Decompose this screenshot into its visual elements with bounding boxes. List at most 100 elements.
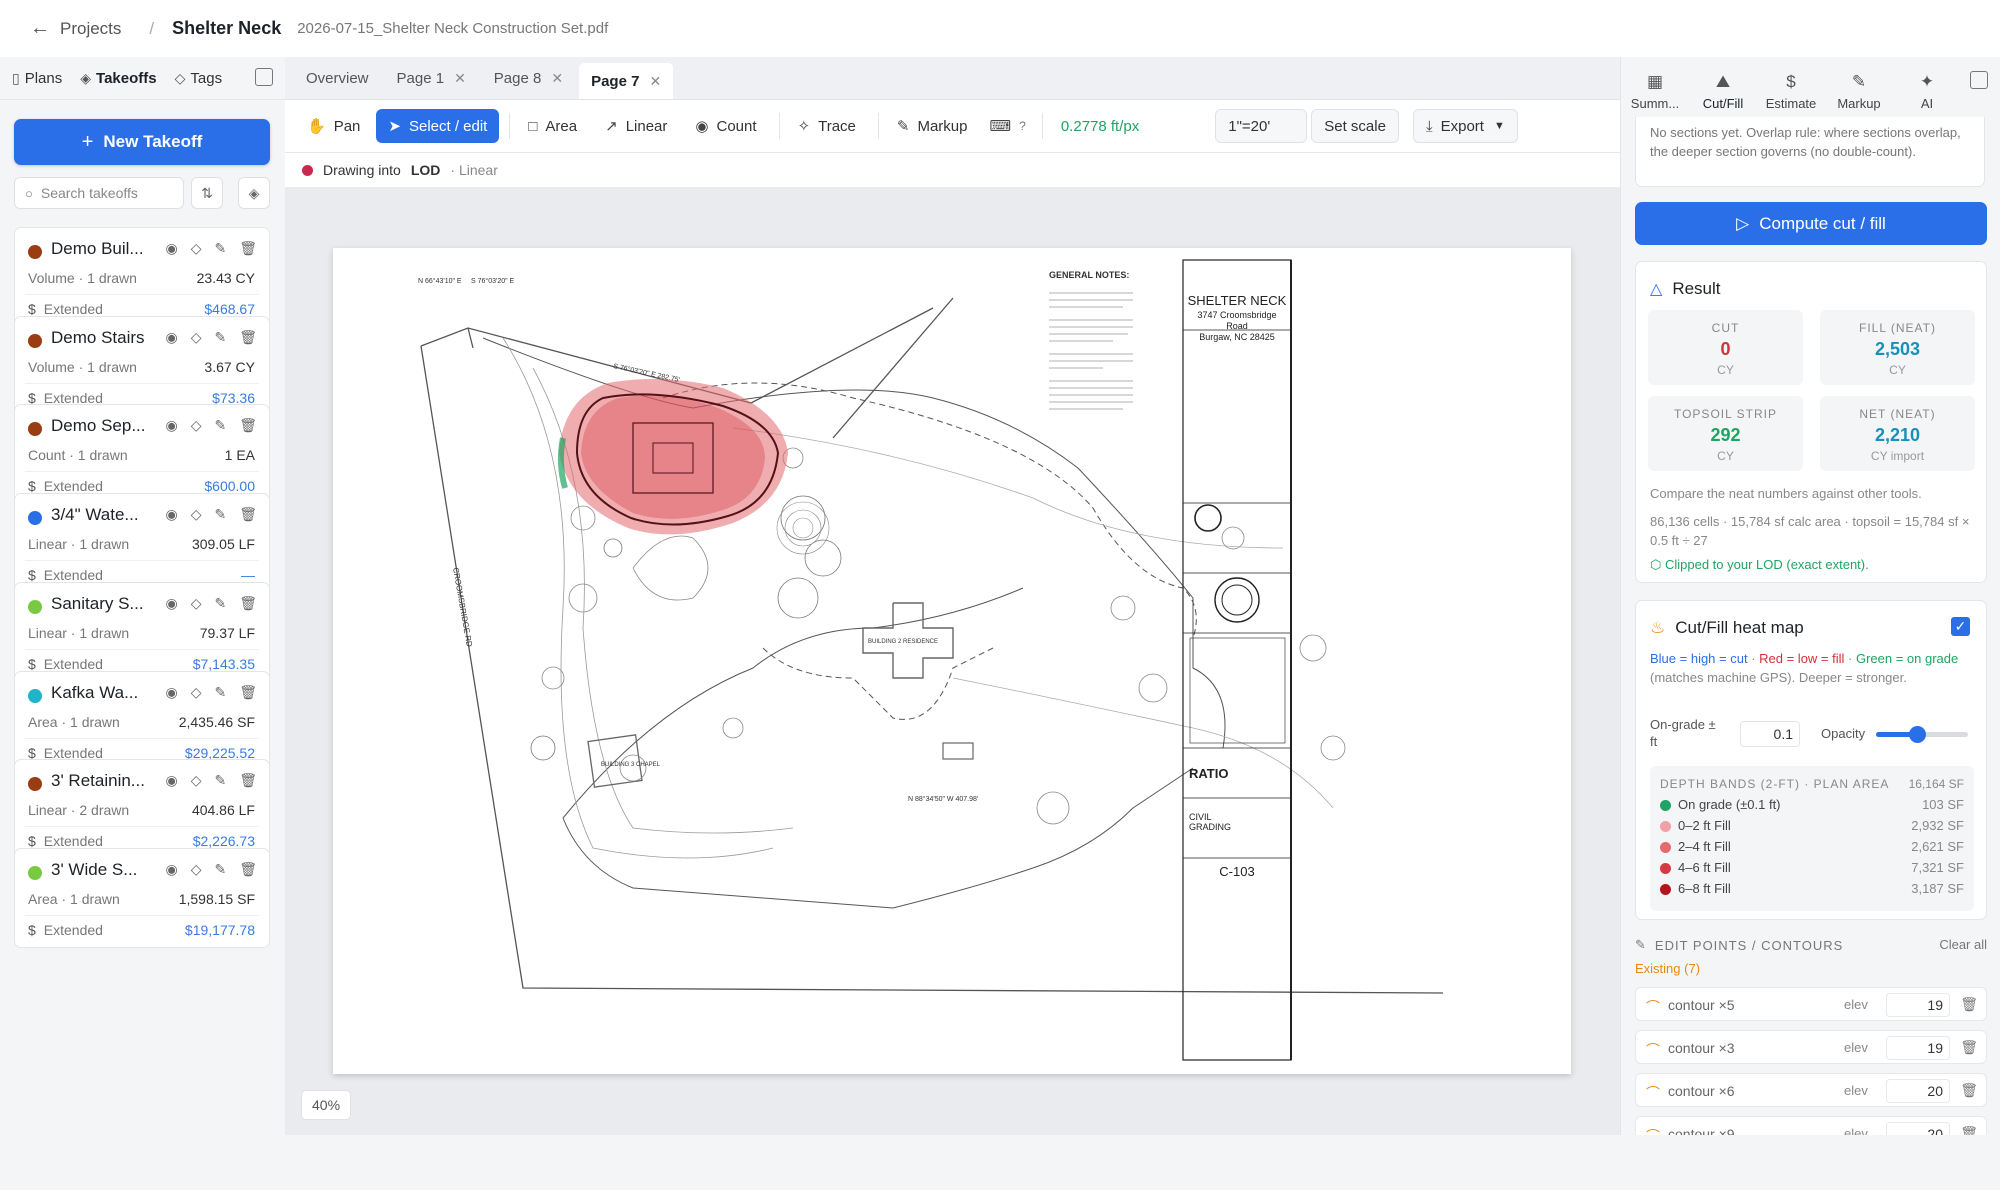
back-arrow-icon[interactable]: ← <box>30 17 50 40</box>
trash-icon[interactable]: 🗑 <box>1960 1039 1978 1056</box>
set-scale-button[interactable]: Set scale <box>1311 109 1399 143</box>
opacity-label: Opacity <box>1821 726 1866 741</box>
nav-takeoffs[interactable]: ◈ Takeoffs <box>80 70 156 87</box>
edit-icon[interactable]: ✎ <box>214 329 226 346</box>
eye-icon[interactable]: ◉ <box>165 772 177 789</box>
nav-plans[interactable]: ▯ Plans <box>12 70 62 87</box>
sort-button[interactable]: ⇅ <box>191 177 223 209</box>
takeoff-card[interactable]: 3/4" Wate... ◉ ◇ ✎ 🗑 Linear · 1 drawn 309.05 L… <box>14 493 270 594</box>
opacity-slider[interactable] <box>1876 726 1968 743</box>
close-icon[interactable]: ✕ <box>454 70 466 87</box>
trash-icon[interactable]: 🗑 <box>1960 996 1978 1013</box>
page-tab[interactable]: Overview <box>294 62 381 94</box>
takeoff-card[interactable]: Demo Buil... ◉ ◇ ✎ 🗑 Volume · 1 drawn 23.43 CY… <box>14 227 270 327</box>
plan-sheet[interactable]: N 66°43'10" E S 76°03'20" E S 76°03'20" … <box>333 248 1571 1074</box>
trash-icon[interactable]: 🗑 <box>1960 1125 1978 1135</box>
close-icon[interactable]: ✕ <box>551 70 563 87</box>
eye-icon[interactable]: ◉ <box>165 595 177 612</box>
zoom-level[interactable]: 40% <box>301 1090 352 1120</box>
collapse-panel-icon[interactable] <box>1970 71 1988 89</box>
tag-icon[interactable]: ◇ <box>191 684 202 701</box>
tag-icon[interactable]: ◇ <box>191 240 202 257</box>
panel-tab-markup[interactable]: ✎ Markup <box>1825 72 1893 111</box>
takeoff-card[interactable]: Demo Stairs ◉ ◇ ✎ 🗑 Volume · 1 drawn 3.67 CY $ E… <box>14 315 270 416</box>
eye-icon[interactable]: ◉ <box>165 684 177 701</box>
takeoff-card[interactable]: Demo Sep... ◉ ◇ ✎ 🗑 Count · 1 drawn 1 EA $ Exten… <box>14 404 270 505</box>
markup-tool[interactable]: ✎ Markup <box>885 109 980 143</box>
close-icon[interactable]: ✕ <box>649 73 661 90</box>
trash-icon[interactable]: 🗑 <box>239 595 257 612</box>
tag-icon[interactable]: ◇ <box>191 595 202 612</box>
select-tool[interactable]: ➤ Select / edit <box>376 109 500 143</box>
pen-icon: ✎ <box>896 118 910 135</box>
search-input[interactable]: ○ Search takeoffs <box>14 177 184 209</box>
pan-tool[interactable]: ✋ Pan <box>295 109 372 143</box>
trace-tool[interactable]: ✧ Trace <box>786 109 868 143</box>
tag-icon[interactable]: ◇ <box>191 417 202 434</box>
takeoff-name: Demo Stairs <box>51 327 145 347</box>
contour-row[interactable]: ⌒contour ×9elev20🗑 <box>1635 1116 1987 1135</box>
tag-icon[interactable]: ◇ <box>191 772 202 789</box>
new-takeoff-button[interactable]: + New Takeoff <box>14 119 270 165</box>
scale-input[interactable]: 1"=20' <box>1215 109 1308 143</box>
linear-tool[interactable]: ↗ Linear <box>593 109 679 143</box>
contour-row[interactable]: ⌒ contour ×5 elev 19 🗑 <box>1635 987 1987 1021</box>
trash-icon[interactable]: 🗑 <box>239 861 257 878</box>
contour-row[interactable]: ⌒ contour ×3 elev 19 🗑 <box>1635 1030 1987 1064</box>
page-tab[interactable]: Page 7 ✕ <box>579 63 674 99</box>
trash-icon[interactable]: 🗑 <box>239 684 257 701</box>
edit-icon[interactable]: ✎ <box>214 772 226 789</box>
layers-button[interactable]: ◈ <box>238 177 270 209</box>
right-panel: ▦ Summ... ⛰ Cut/Fill $ Estimate ✎ Markup ✦ AI No … <box>1620 57 2000 1135</box>
elevation-input[interactable]: 20 <box>1886 1122 1950 1135</box>
edit-icon[interactable]: ✎ <box>214 861 226 878</box>
panel-tab-summ[interactable]: ▦ Summ... <box>1621 72 1689 111</box>
page-tab[interactable]: Page 1 ✕ <box>385 62 478 94</box>
ongrade-input[interactable]: 0.1 <box>1740 721 1800 747</box>
trash-icon[interactable]: 🗑 <box>239 772 257 789</box>
drawing-canvas[interactable]: N 66°43'10" E S 76°03'20" E S 76°03'20" … <box>285 187 1620 1135</box>
takeoff-card[interactable]: Sanitary S... ◉ ◇ ✎ 🗑 Linear · 1 drawn 79.37 L… <box>14 581 270 682</box>
eye-icon[interactable]: ◉ <box>165 240 177 257</box>
clear-all-button[interactable]: Clear all <box>1939 937 1987 952</box>
panel-tab-estimate[interactable]: $ Estimate <box>1757 72 1825 111</box>
collapse-sidebar-icon[interactable] <box>255 68 273 86</box>
page-tab[interactable]: Page 8 ✕ <box>482 62 575 94</box>
takeoff-card[interactable]: Kafka Wa... ◉ ◇ ✎ 🗑 Area · 1 drawn 2,435.46 SF… <box>14 670 270 771</box>
eye-icon[interactable]: ◉ <box>165 506 177 523</box>
eye-icon[interactable]: ◉ <box>165 417 177 434</box>
elevation-input[interactable]: 20 <box>1886 1079 1950 1103</box>
trash-icon[interactable]: 🗑 <box>1960 1082 1978 1099</box>
eye-icon[interactable]: ◉ <box>165 861 177 878</box>
edit-icon[interactable]: ✎ <box>214 506 226 523</box>
edit-icon[interactable]: ✎ <box>214 684 226 701</box>
tag-icon[interactable]: ◇ <box>191 861 202 878</box>
panel-tab-cutfill[interactable]: ⛰ Cut/Fill <box>1689 72 1757 111</box>
trash-icon[interactable]: 🗑 <box>239 329 257 346</box>
count-tool[interactable]: ◉ Count <box>683 109 768 143</box>
eye-icon[interactable]: ◉ <box>165 329 177 346</box>
edit-icon[interactable]: ✎ <box>214 240 226 257</box>
trash-icon[interactable]: 🗑 <box>239 417 257 434</box>
compute-cut-fill-button[interactable]: ▷ Compute cut / fill <box>1635 202 1987 245</box>
edit-icon[interactable]: ✎ <box>214 595 226 612</box>
trash-icon[interactable]: 🗑 <box>239 240 257 257</box>
tag-icon[interactable]: ◇ <box>191 506 202 523</box>
depth-band-row: On grade (±0.1 ft) 103 SF <box>1660 796 1964 816</box>
heat-map-checkbox[interactable]: ✓ <box>1951 617 1970 636</box>
area-tool[interactable]: □ Area <box>516 109 589 143</box>
contour-row[interactable]: ⌒ contour ×6 elev 20 🗑 <box>1635 1073 1987 1107</box>
elevation-input[interactable]: 19 <box>1886 993 1950 1017</box>
elevation-input[interactable]: 19 <box>1886 1036 1950 1060</box>
edit-icon[interactable]: ✎ <box>214 417 226 434</box>
nav-tags[interactable]: ◇ Tags <box>175 70 222 87</box>
takeoff-card[interactable]: 3' Wide S... ◉ ◇ ✎ 🗑 Area · 1 drawn 1,598.15 S… <box>14 847 270 948</box>
keyboard-help-button[interactable]: ⌨? <box>984 109 1032 143</box>
projects-link[interactable]: Projects <box>60 19 121 39</box>
takeoff-card[interactable]: 3' Retainin... ◉ ◇ ✎ 🗑 Linear · 2 drawn 404.86… <box>14 759 270 860</box>
export-button[interactable]: ⤓ Export ▼ <box>1412 109 1518 143</box>
panel-tab-ai[interactable]: ✦ AI <box>1893 72 1961 111</box>
tag-icon[interactable]: ◇ <box>191 329 202 346</box>
trash-icon[interactable]: 🗑 <box>239 506 257 523</box>
opacity-slider-handle[interactable] <box>1909 726 1927 743</box>
